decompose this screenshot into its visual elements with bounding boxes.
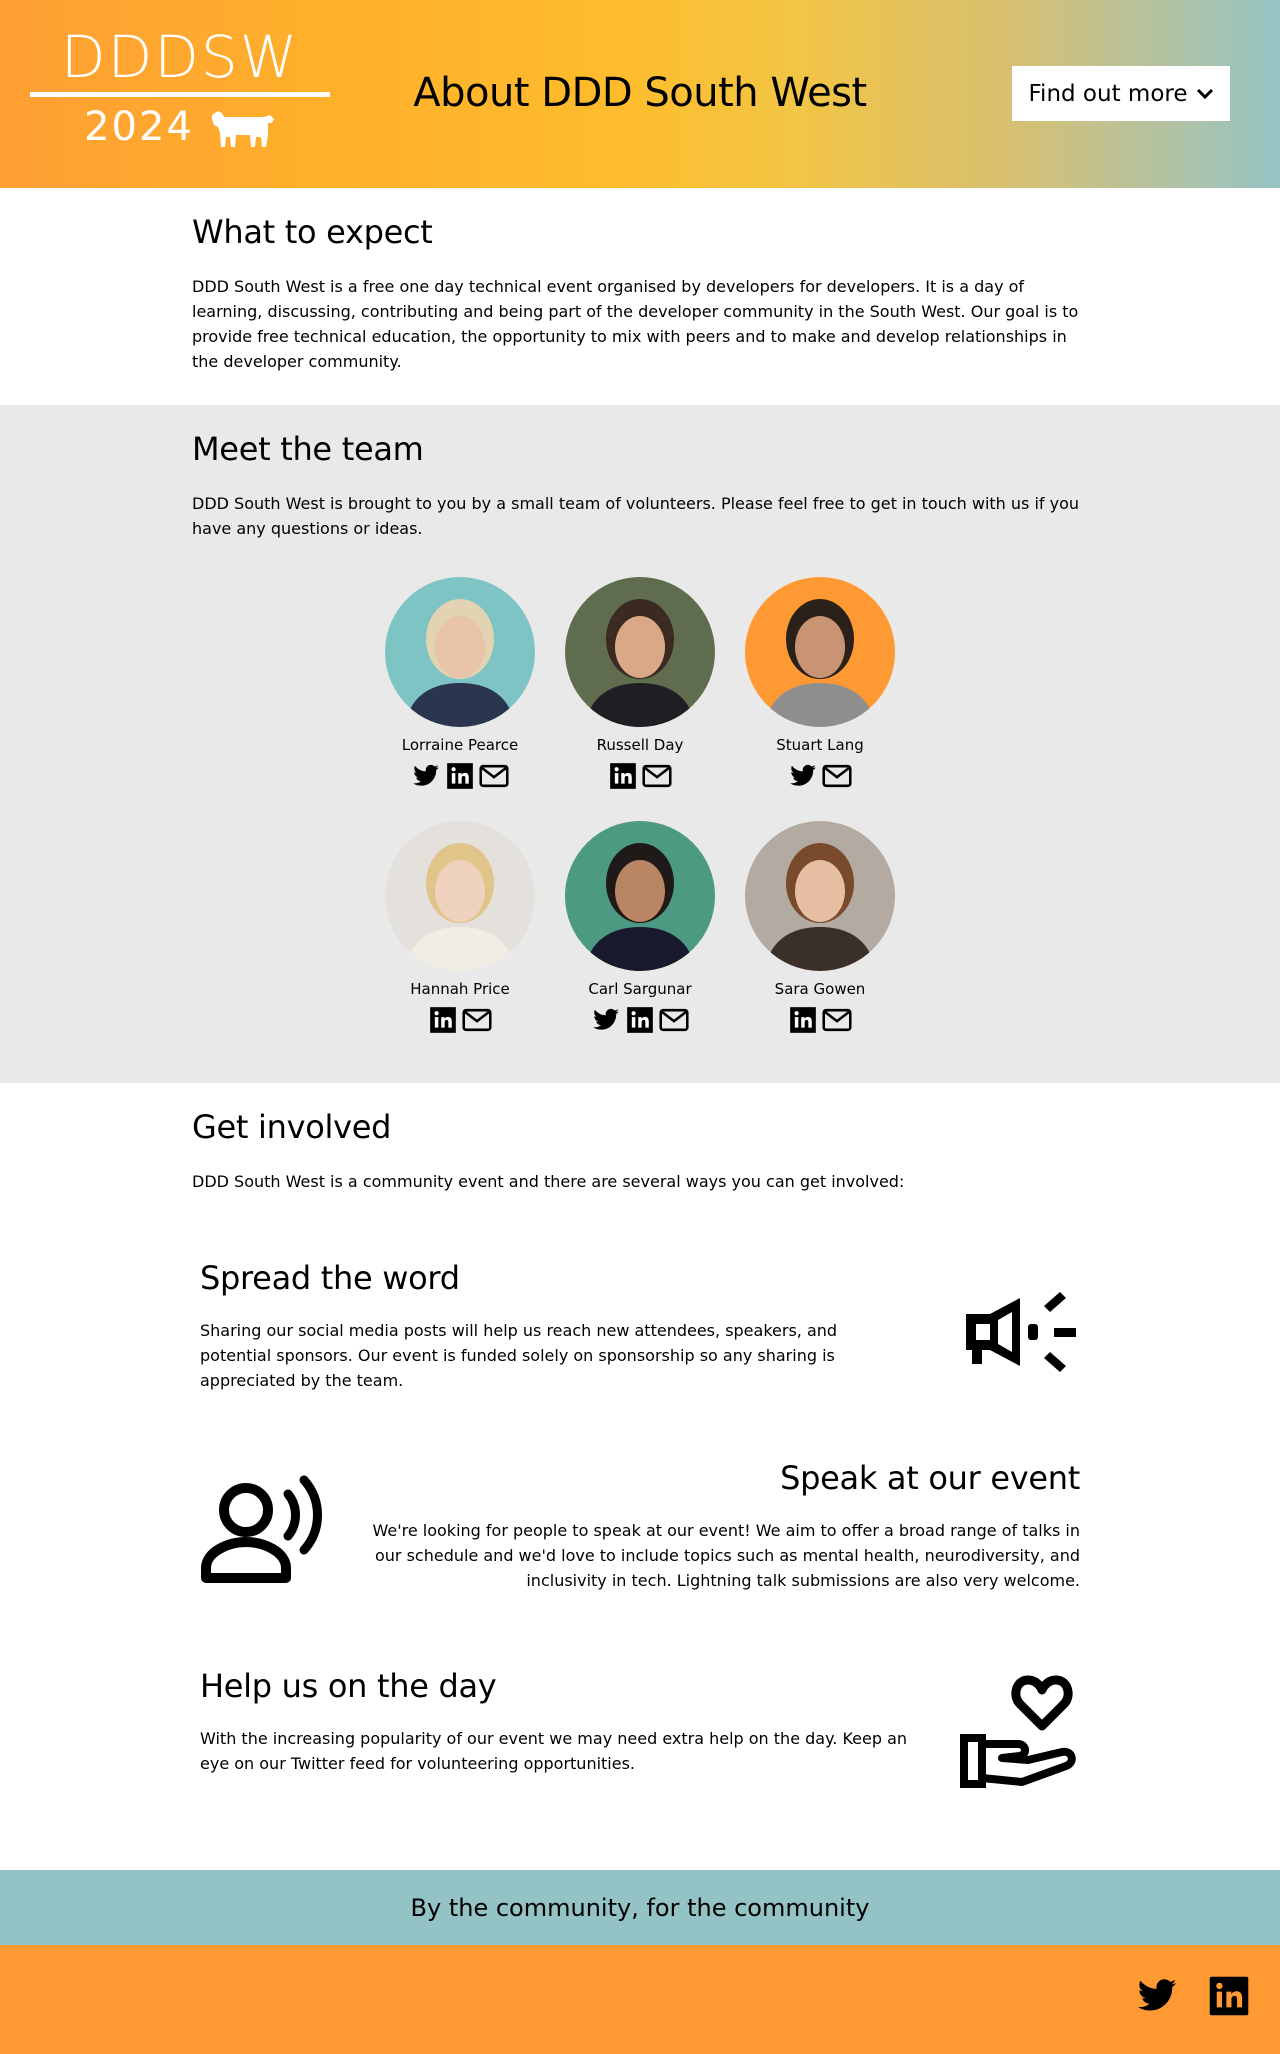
member-name: Carl Sargunar [588,980,692,998]
meet-the-team-section: Meet the team DDD South West is brought … [0,405,1280,1083]
spread-the-word-text: Sharing our social media posts will help… [200,1321,838,1390]
team-member-card: Stuart Lang [730,577,910,791]
footer-socials [1134,1975,1252,2017]
what-to-expect-title: What to expect [192,213,433,251]
help-us-on-the-day-text: With the increasing popularity of our ev… [200,1729,908,1773]
speak-at-our-event-content: Speak at our event We're looking for peo… [360,1458,1081,1593]
hand-heart-icon [960,1675,1076,1788]
tagline-band: By the community, for the community [0,1870,1280,1945]
speak-at-our-event-block: Speak at our event We're looking for peo… [200,1458,1080,1618]
avatar [745,577,895,727]
email-icon[interactable] [461,1005,493,1035]
linkedin-icon[interactable] [624,1005,656,1035]
help-us-on-the-day-block: Help us on the day With the increasing p… [200,1666,1080,1826]
spread-the-word-block: Spread the word Sharing our social media… [200,1258,1080,1418]
email-icon[interactable] [478,761,510,791]
chevron-down-icon [1196,88,1213,99]
page-footer [0,1945,1280,2054]
member-name: Stuart Lang [776,736,864,754]
avatar [745,821,895,971]
team-member-card: Lorraine Pearce [370,577,550,791]
help-us-on-the-day-content: Help us on the day With the increasing p… [200,1666,920,1776]
team-member-card: Sara Gowen [730,821,910,1035]
email-icon[interactable] [821,761,853,791]
spread-the-word-title: Spread the word [200,1259,460,1297]
speak-at-our-event-text: We're looking for people to speak at our… [372,1521,1081,1590]
twitter-icon[interactable] [410,761,442,791]
what-to-expect-section: What to expect DDD South West is a free … [0,188,1280,405]
avatar [565,821,715,971]
megaphone-icon [966,1292,1076,1372]
team-member-card: Hannah Price [370,821,550,1035]
member-socials [590,1005,690,1035]
spread-the-word-content: Spread the word Sharing our social media… [200,1258,840,1393]
twitter-icon[interactable] [1134,1975,1180,2017]
speak-at-our-event-title: Speak at our event [780,1459,1080,1497]
avatar [385,821,535,971]
member-socials [427,1005,493,1035]
team-member-card: Carl Sargunar [550,821,730,1035]
get-involved-intro: DDD South West is a community event and … [192,1172,905,1191]
get-involved-section: Get involved DDD South West is a communi… [0,1083,1280,1870]
avatar [385,577,535,727]
team-member-card: Russell Day [550,577,730,791]
member-name: Lorraine Pearce [401,736,519,754]
linkedin-icon[interactable] [444,761,476,791]
help-us-on-the-day-title: Help us on the day [200,1667,497,1705]
member-socials [787,1005,853,1035]
page-header: DDDSW 2024 About DDD South West Find out… [0,0,1280,188]
member-name: Sara Gowen [774,980,866,998]
email-icon[interactable] [658,1005,690,1035]
member-socials [787,761,853,791]
email-icon[interactable] [641,761,673,791]
member-socials [607,761,673,791]
linkedin-icon[interactable] [607,761,639,791]
twitter-icon[interactable] [787,761,819,791]
find-out-more-button[interactable]: Find out more [1012,66,1230,121]
team-grid: Lorraine Pearce Russell Day Stuart Lang Han… [370,577,910,1035]
member-socials [410,761,510,791]
linkedin-icon[interactable] [787,1005,819,1035]
member-name: Hannah Price [410,980,510,998]
twitter-icon[interactable] [590,1005,622,1035]
avatar [565,577,715,727]
speaker-icon [201,1475,322,1583]
get-involved-title: Get involved [192,1108,392,1146]
email-icon[interactable] [821,1005,853,1035]
tagline-text: By the community, for the community [410,1893,870,1922]
linkedin-icon[interactable] [427,1005,459,1035]
meet-the-team-text: DDD South West is brought to you by a sm… [192,494,1080,538]
meet-the-team-title: Meet the team [192,430,424,468]
member-name: Russell Day [596,736,684,754]
find-out-more-label: Find out more [1028,80,1188,107]
what-to-expect-text: DDD South West is a free one day technic… [192,277,1079,371]
linkedin-icon[interactable] [1206,1975,1252,2017]
